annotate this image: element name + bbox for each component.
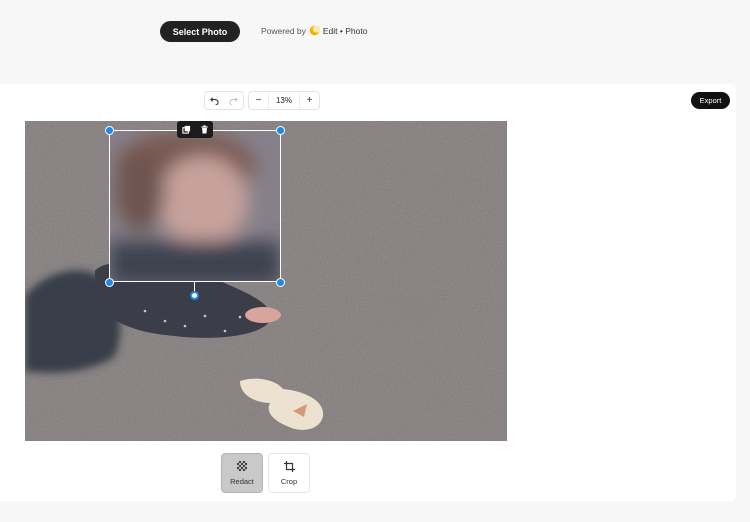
powered-by: Powered by Edit • Photo: [261, 25, 367, 36]
resize-handle-bottom-left[interactable]: [105, 278, 114, 287]
powered-by-label: Powered by: [261, 25, 306, 36]
brand-name: Edit • Photo: [322, 25, 368, 36]
select-photo-button[interactable]: Select Photo: [160, 21, 240, 42]
checker-icon: [236, 460, 248, 472]
redo-icon: [229, 97, 238, 105]
redact-selection-box[interactable]: [109, 130, 281, 282]
tool-picker: Redact Crop: [221, 453, 310, 493]
sun-moon-logo-icon: [309, 25, 320, 36]
zoom-level[interactable]: 13%: [268, 92, 300, 109]
resize-handle-top-right[interactable]: [276, 126, 285, 135]
redact-tool-label: Redact: [230, 477, 254, 486]
duplicate-icon: [181, 125, 190, 134]
zoom-controls: − 13% +: [248, 91, 320, 110]
duplicate-button[interactable]: [180, 124, 192, 136]
top-bar: Select Photo Powered by Edit • Photo: [0, 0, 750, 84]
delete-button[interactable]: [198, 124, 210, 136]
trash-icon: [200, 125, 208, 134]
resize-handle-bottom-right[interactable]: [276, 278, 285, 287]
redact-tool-button[interactable]: Redact: [221, 453, 263, 493]
crop-tool-button[interactable]: Crop: [268, 453, 310, 493]
selection-actions: [177, 121, 213, 138]
redo-button[interactable]: [224, 92, 243, 109]
resize-handle-top-left[interactable]: [105, 126, 114, 135]
zoom-out-button[interactable]: −: [249, 92, 268, 109]
crop-icon: [283, 460, 295, 472]
undo-icon: [210, 97, 219, 105]
history-controls: [204, 91, 244, 110]
zoom-in-button[interactable]: +: [300, 92, 319, 109]
editor-toolbar: − 13% +: [204, 91, 320, 110]
rotate-handle[interactable]: [190, 291, 199, 300]
undo-button[interactable]: [205, 92, 224, 109]
crop-tool-label: Crop: [280, 477, 298, 486]
export-button[interactable]: Export: [691, 92, 730, 109]
